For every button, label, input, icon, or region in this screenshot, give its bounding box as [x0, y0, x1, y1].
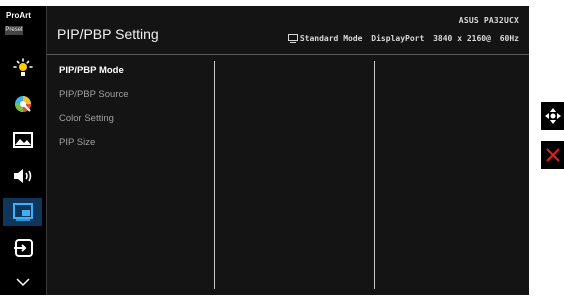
joystick-navigate-icon	[545, 108, 561, 124]
image-icon	[12, 132, 33, 148]
chevron-down-icon	[15, 278, 30, 287]
sidebar-item-pip-pbp[interactable]	[3, 198, 42, 226]
header: PIP/PBP Setting ASUS PA32UCX Standard Mo…	[47, 6, 529, 55]
osd-window: ProArt Preset PIP/PBP Setting ASUS PA32U…	[0, 6, 529, 295]
menu-item-pip-size[interactable]: PIP Size	[59, 136, 129, 160]
column-divider-1	[214, 61, 215, 289]
brightness-icon	[12, 58, 33, 76]
proart-preset-icon[interactable]: ProArt Preset	[5, 11, 38, 40]
main-panel: PIP/PBP Setting ASUS PA32UCX Standard Mo…	[46, 6, 529, 295]
sidebar-item-brightness[interactable]	[3, 54, 42, 82]
status-bar: Standard Mode DisplayPort 3840 x 2160@ 6…	[287, 34, 519, 43]
column-divider-2	[374, 61, 375, 289]
pip-pbp-icon	[12, 203, 33, 221]
sidebar: ProArt Preset	[0, 6, 46, 295]
sound-icon	[13, 169, 31, 183]
close-icon	[546, 148, 560, 162]
close-button[interactable]	[541, 141, 564, 169]
monitor-icon	[287, 34, 298, 43]
menu-item-pip-pbp-mode[interactable]: PIP/PBP Mode	[59, 64, 129, 88]
status-input: DisplayPort	[371, 34, 425, 43]
color-wheel-icon	[14, 96, 31, 112]
model-name: ASUS PA32UCX	[458, 16, 519, 25]
input-select-icon	[13, 239, 33, 257]
page-title: PIP/PBP Setting	[57, 26, 159, 42]
sidebar-item-color[interactable]	[3, 90, 42, 118]
menu-item-color-setting[interactable]: Color Setting	[59, 112, 129, 136]
sidebar-item-input[interactable]	[3, 234, 42, 262]
status-resolution: 3840 x 2160@	[433, 34, 491, 43]
sidebar-item-image[interactable]	[3, 126, 42, 154]
brand-line2: Preset	[5, 26, 23, 35]
brand-line1: ProArt	[6, 11, 31, 20]
status-refresh: 60Hz	[499, 34, 519, 43]
navigate-button[interactable]	[541, 102, 564, 130]
sidebar-item-sound[interactable]	[3, 162, 42, 190]
sidebar-scroll-down[interactable]	[3, 268, 42, 296]
menu-item-pip-pbp-source[interactable]: PIP/PBP Source	[59, 88, 129, 112]
menu-list: PIP/PBP Mode PIP/PBP Source Color Settin…	[59, 64, 129, 160]
status-mode: Standard Mode	[299, 34, 363, 43]
